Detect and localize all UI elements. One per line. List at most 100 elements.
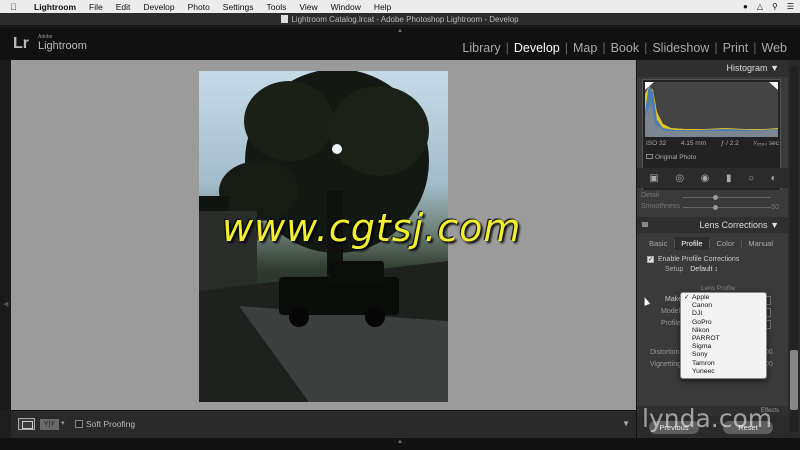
canvas-toolbar: Y|Y ▾ Soft Proofing ▼ — [11, 410, 636, 438]
menu-develop[interactable]: Develop — [143, 2, 174, 12]
make-option-sigma[interactable]: Sigma — [681, 343, 766, 351]
collapse-icon[interactable]: ▼ — [770, 220, 779, 230]
panel-switch-icon[interactable] — [642, 222, 648, 227]
window-title-bar: Lightroom Catalog.lrcat - Adobe Photosho… — [0, 13, 800, 26]
develop-tool-strip: ▣ ◎ ◉ ▮ ○ ◐ — [637, 168, 788, 188]
menu-photo[interactable]: Photo — [188, 2, 210, 12]
profile-label: Profile — [661, 320, 681, 327]
smoothness-value: 50 — [771, 204, 779, 211]
module-book[interactable]: Book — [606, 41, 645, 55]
smoothness-label: Smoothness — [641, 203, 680, 210]
filmstrip-toggle-icon[interactable]: ▲ — [397, 439, 403, 445]
left-panel-edge[interactable]: ◀ — [0, 60, 11, 410]
make-option-sony[interactable]: Sony — [681, 351, 766, 359]
document-icon — [281, 15, 289, 23]
setup-row: Setup Default ↕ — [665, 266, 718, 273]
collapse-icon[interactable]: ▼ — [770, 63, 779, 73]
enable-profile-checkbox[interactable]: ✓ — [647, 256, 654, 263]
chevron-down-icon[interactable]: ▾ — [61, 419, 65, 427]
right-panel-scrollbar[interactable] — [788, 60, 800, 438]
make-option-canon[interactable]: Canon — [681, 302, 766, 310]
make-option-yuneec[interactable]: Yuneec — [681, 368, 766, 376]
crop-icon[interactable]: ▣ — [649, 173, 658, 184]
make-option-nikon[interactable]: Nikon — [681, 327, 766, 335]
status-icons: ● △ ⚲ ☰ — [743, 0, 794, 13]
module-print[interactable]: Print — [718, 41, 754, 55]
module-library[interactable]: Library — [457, 41, 505, 55]
adjustment-brush-icon[interactable]: ◐ — [771, 173, 777, 184]
before-after-button[interactable]: Y|Y — [40, 419, 59, 430]
red-eye-icon[interactable]: ◉ — [701, 173, 710, 184]
menu-edit[interactable]: Edit — [116, 2, 131, 12]
creative-cloud-icon[interactable]: ● — [743, 2, 748, 11]
toolbar-menu-icon[interactable]: ▼ — [622, 419, 630, 428]
menu-help[interactable]: Help — [374, 2, 391, 12]
module-slideshow[interactable]: Slideshow — [647, 41, 714, 55]
module-picker: Library | Develop | Map | Book | Slidesh… — [457, 41, 792, 55]
bottom-strip: ▲ — [0, 438, 800, 450]
aperture-value: ƒ / 2.2 — [720, 140, 739, 147]
smoothness-slider[interactable] — [683, 207, 771, 208]
soft-proofing-label: Soft Proofing — [86, 419, 136, 429]
iso-value: ISO 32 — [646, 140, 667, 147]
tab-profile[interactable]: Profile — [675, 237, 709, 250]
menu-file[interactable]: File — [89, 2, 103, 12]
loupe-view-button[interactable] — [18, 418, 35, 430]
make-option-dji[interactable]: DJI — [681, 310, 766, 318]
distortion-label: Distortion — [650, 349, 680, 356]
tab-color[interactable]: Color — [711, 237, 741, 250]
apple-icon[interactable]:  — [10, 2, 24, 12]
lightroom-label: Lightroom — [38, 40, 87, 52]
top-panel-toggle-icon[interactable]: ▲ — [397, 28, 403, 34]
vignetting-label: Vignetting — [650, 361, 682, 368]
lens-corrections-tabs: Basic | Profile | Color | Manual — [643, 237, 779, 250]
enable-profile-corrections[interactable]: ✓ Enable Profile Corrections — [647, 256, 739, 263]
shutter-value: ¹⁄₂₅₆₀ sec — [753, 140, 779, 147]
original-photo-indicator: Original Photo — [646, 154, 696, 161]
setup-select[interactable]: Default ↕ — [690, 266, 718, 273]
detail-slider-knob[interactable] — [713, 195, 718, 200]
left-panel-toggle-icon[interactable]: ◀ — [3, 300, 8, 308]
module-develop[interactable]: Develop — [509, 41, 565, 55]
menu-tools[interactable]: Tools — [267, 2, 287, 12]
menu-window[interactable]: Window — [331, 2, 361, 12]
smoothness-slider-knob[interactable] — [713, 205, 718, 210]
scroll-thumb[interactable] — [790, 350, 798, 410]
menu-settings[interactable]: Settings — [223, 2, 254, 12]
list-icon[interactable]: ☰ — [787, 2, 794, 11]
menu-view[interactable]: View — [299, 2, 317, 12]
histogram-title: Histogram — [726, 63, 768, 73]
module-web[interactable]: Web — [757, 41, 792, 55]
lens-profile-label: Lens Profile — [701, 285, 736, 292]
original-photo-icon — [646, 154, 653, 159]
soft-proofing-checkbox[interactable] — [75, 420, 83, 428]
make-option-gopro[interactable]: GoPro — [681, 319, 766, 327]
histogram-header[interactable]: Histogram ▼ — [637, 60, 788, 77]
spot-removal-icon[interactable]: ◎ — [675, 173, 684, 184]
window-title: Lightroom Catalog.lrcat - Adobe Photosho… — [291, 14, 519, 24]
original-photo-label: Original Photo — [655, 154, 697, 161]
detail-label: Detail — [641, 192, 659, 199]
graduated-filter-icon[interactable]: ▮ — [726, 173, 732, 184]
module-map[interactable]: Map — [568, 41, 602, 55]
make-option-tamron[interactable]: Tamron — [681, 360, 766, 368]
watermark-text: www.cgtsj.com — [222, 206, 522, 250]
setup-label: Setup — [665, 266, 684, 273]
lens-corrections-header[interactable]: Lens Corrections ▼ — [637, 217, 788, 233]
detail-slider[interactable] — [683, 197, 771, 198]
menu-lightroom[interactable]: Lightroom — [34, 2, 76, 12]
tab-basic[interactable]: Basic — [643, 237, 673, 250]
histogram-curve — [645, 82, 778, 137]
lens-corrections-title: Lens Corrections — [699, 220, 768, 230]
make-option-apple[interactable]: Apple — [681, 294, 766, 302]
make-dropdown-menu[interactable]: Apple Canon DJI GoPro Nikon PARROT Sigma… — [680, 292, 767, 379]
search-icon[interactable]: ⚲ — [772, 2, 778, 11]
lynda-watermark: lynda.com — [642, 404, 773, 433]
histogram-plot — [645, 82, 778, 137]
radial-filter-icon[interactable]: ○ — [748, 173, 754, 184]
right-panel: Histogram ▼ ISO 32 4.15 mm ƒ / 2.2 ¹⁄₂₅₆… — [636, 60, 788, 438]
make-option-parrot[interactable]: PARROT — [681, 335, 766, 343]
enable-profile-label: Enable Profile Corrections — [658, 256, 740, 263]
wifi-icon[interactable]: △ — [757, 2, 763, 11]
tab-manual[interactable]: Manual — [742, 237, 779, 250]
